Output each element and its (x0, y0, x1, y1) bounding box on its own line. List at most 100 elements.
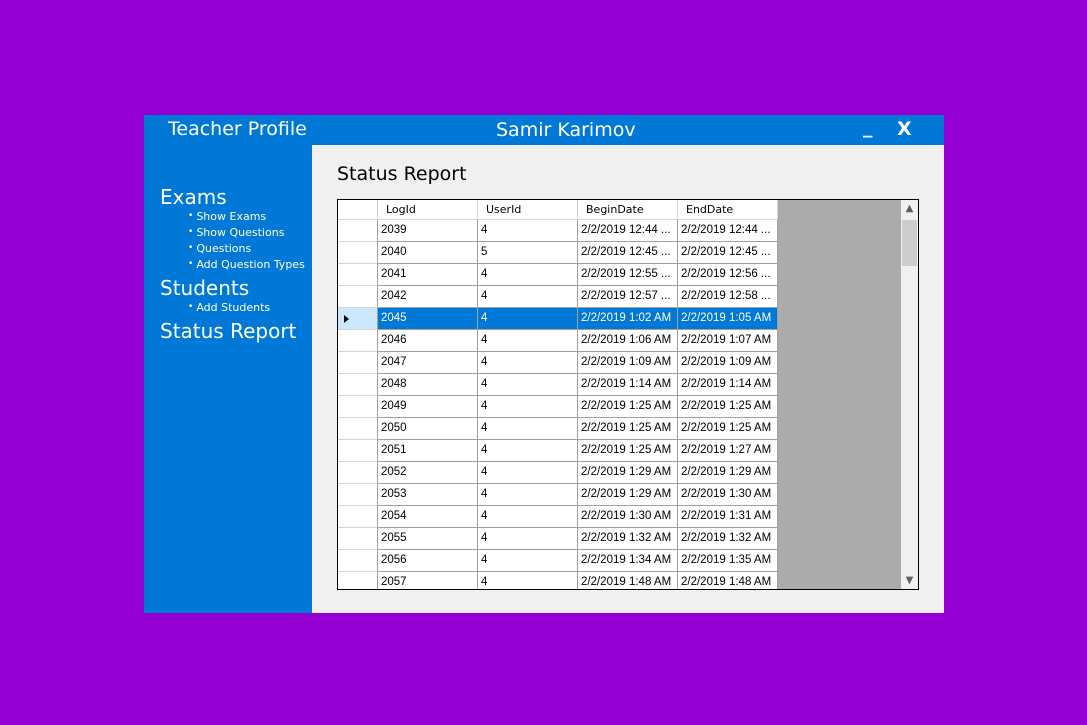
cell-userid[interactable]: 4 (478, 550, 578, 572)
row-header[interactable] (338, 418, 378, 440)
row-header[interactable] (338, 484, 378, 506)
cell-enddate[interactable]: 2/2/2019 12:56 ... (678, 264, 778, 286)
cell-begindate[interactable]: 2/2/2019 1:25 AM (578, 418, 678, 440)
nav-status-report[interactable]: Status Report (160, 319, 296, 343)
cell-enddate[interactable]: 2/2/2019 1:27 AM (678, 440, 778, 462)
row-header[interactable] (338, 550, 378, 572)
nav-show-exams[interactable]: • Show Exams (188, 210, 266, 223)
table-row[interactable]: 2047 4 2/2/2019 1:09 AM 2/2/2019 1:09 AM (338, 352, 778, 374)
cell-logid[interactable]: 2048 (378, 374, 478, 396)
minimize-button[interactable]: _ (863, 115, 873, 139)
cell-userid[interactable]: 4 (478, 396, 578, 418)
row-header[interactable] (338, 264, 378, 286)
cell-enddate[interactable]: 2/2/2019 1:25 AM (678, 396, 778, 418)
cell-logid[interactable]: 2046 (378, 330, 478, 352)
cell-userid[interactable]: 4 (478, 528, 578, 550)
cell-userid[interactable]: 4 (478, 484, 578, 506)
row-header[interactable] (338, 352, 378, 374)
nav-students[interactable]: Students (160, 276, 249, 300)
cell-logid[interactable]: 2055 (378, 528, 478, 550)
cell-logid[interactable]: 2056 (378, 550, 478, 572)
cell-enddate[interactable]: 2/2/2019 1:07 AM (678, 330, 778, 352)
cell-userid[interactable]: 4 (478, 264, 578, 286)
cell-userid[interactable]: 4 (478, 462, 578, 484)
table-row[interactable]: 2045 4 2/2/2019 1:02 AM 2/2/2019 1:05 AM (338, 308, 778, 330)
cell-logid[interactable]: 2049 (378, 396, 478, 418)
cell-begindate[interactable]: 2/2/2019 1:25 AM (578, 396, 678, 418)
cell-userid[interactable]: 4 (478, 352, 578, 374)
row-header[interactable] (338, 308, 378, 330)
cell-enddate[interactable]: 2/2/2019 1:05 AM (678, 308, 778, 330)
cell-enddate[interactable]: 2/2/2019 1:30 AM (678, 484, 778, 506)
row-header[interactable] (338, 440, 378, 462)
close-button[interactable]: X (897, 117, 912, 141)
table-row[interactable]: 2039 4 2/2/2019 12:44 ... 2/2/2019 12:44 ..… (338, 220, 778, 242)
table-row[interactable]: 2054 4 2/2/2019 1:30 AM 2/2/2019 1:31 AM (338, 506, 778, 528)
cell-userid[interactable]: 4 (478, 308, 578, 330)
cell-logid[interactable]: 2057 (378, 572, 478, 589)
cell-begindate[interactable]: 2/2/2019 1:34 AM (578, 550, 678, 572)
cell-enddate[interactable]: 2/2/2019 1:25 AM (678, 418, 778, 440)
cell-userid[interactable]: 4 (478, 374, 578, 396)
table-row[interactable]: 2048 4 2/2/2019 1:14 AM 2/2/2019 1:14 AM (338, 374, 778, 396)
table-row[interactable]: 2055 4 2/2/2019 1:32 AM 2/2/2019 1:32 AM (338, 528, 778, 550)
table-row[interactable]: 2050 4 2/2/2019 1:25 AM 2/2/2019 1:25 AM (338, 418, 778, 440)
cell-begindate[interactable]: 2/2/2019 1:14 AM (578, 374, 678, 396)
cell-enddate[interactable]: 2/2/2019 12:44 ... (678, 220, 778, 242)
cell-userid[interactable]: 4 (478, 330, 578, 352)
cell-logid[interactable]: 2047 (378, 352, 478, 374)
cell-begindate[interactable]: 2/2/2019 12:44 ... (578, 220, 678, 242)
table-row[interactable]: 2042 4 2/2/2019 12:57 ... 2/2/2019 12:58 ..… (338, 286, 778, 308)
cell-begindate[interactable]: 2/2/2019 12:57 ... (578, 286, 678, 308)
column-header-begindate[interactable]: BeginDate (578, 200, 678, 220)
cell-logid[interactable]: 2050 (378, 418, 478, 440)
cell-logid[interactable]: 2052 (378, 462, 478, 484)
row-header[interactable] (338, 572, 378, 589)
column-header-logid[interactable]: LogId (378, 200, 478, 220)
scroll-thumb[interactable] (902, 220, 917, 266)
cell-enddate[interactable]: 2/2/2019 1:32 AM (678, 528, 778, 550)
row-header[interactable] (338, 506, 378, 528)
cell-userid[interactable]: 4 (478, 572, 578, 589)
vertical-scrollbar[interactable]: ▲ ▼ (901, 200, 918, 589)
row-header[interactable] (338, 528, 378, 550)
cell-enddate[interactable]: 2/2/2019 12:45 ... (678, 242, 778, 264)
cell-logid[interactable]: 2045 (378, 308, 478, 330)
cell-userid[interactable]: 5 (478, 242, 578, 264)
scroll-up-icon[interactable]: ▲ (901, 200, 918, 217)
cell-begindate[interactable]: 2/2/2019 1:32 AM (578, 528, 678, 550)
cell-logid[interactable]: 2051 (378, 440, 478, 462)
cell-enddate[interactable]: 2/2/2019 1:48 AM (678, 572, 778, 589)
column-header-enddate[interactable]: EndDate (678, 200, 778, 220)
cell-userid[interactable]: 4 (478, 418, 578, 440)
table-row[interactable]: 2053 4 2/2/2019 1:29 AM 2/2/2019 1:30 AM (338, 484, 778, 506)
table-row[interactable]: 2051 4 2/2/2019 1:25 AM 2/2/2019 1:27 AM (338, 440, 778, 462)
cell-enddate[interactable]: 2/2/2019 12:58 ... (678, 286, 778, 308)
nav-show-questions[interactable]: • Show Questions (188, 226, 284, 239)
cell-begindate[interactable]: 2/2/2019 1:29 AM (578, 484, 678, 506)
row-header[interactable] (338, 396, 378, 418)
cell-logid[interactable]: 2039 (378, 220, 478, 242)
column-header-userid[interactable]: UserId (478, 200, 578, 220)
cell-userid[interactable]: 4 (478, 440, 578, 462)
cell-begindate[interactable]: 2/2/2019 1:02 AM (578, 308, 678, 330)
table-row[interactable]: 2041 4 2/2/2019 12:55 ... 2/2/2019 12:56 ..… (338, 264, 778, 286)
cell-begindate[interactable]: 2/2/2019 1:06 AM (578, 330, 678, 352)
cell-begindate[interactable]: 2/2/2019 12:45 ... (578, 242, 678, 264)
cell-userid[interactable]: 4 (478, 506, 578, 528)
nav-exams[interactable]: Exams (160, 185, 227, 209)
cell-begindate[interactable]: 2/2/2019 1:09 AM (578, 352, 678, 374)
status-report-grid[interactable]: LogId UserId BeginDate EndDate 2039 4 2/2/… (337, 199, 919, 590)
scroll-down-icon[interactable]: ▼ (901, 572, 918, 589)
cell-logid[interactable]: 2042 (378, 286, 478, 308)
cell-enddate[interactable]: 2/2/2019 1:09 AM (678, 352, 778, 374)
cell-logid[interactable]: 2054 (378, 506, 478, 528)
cell-begindate[interactable]: 2/2/2019 1:29 AM (578, 462, 678, 484)
cell-logid[interactable]: 2053 (378, 484, 478, 506)
cell-userid[interactable]: 4 (478, 286, 578, 308)
row-header[interactable] (338, 286, 378, 308)
nav-add-students[interactable]: • Add Students (188, 301, 270, 314)
row-header[interactable] (338, 242, 378, 264)
table-row[interactable]: 2056 4 2/2/2019 1:34 AM 2/2/2019 1:35 AM (338, 550, 778, 572)
table-row[interactable]: 2040 5 2/2/2019 12:45 ... 2/2/2019 12:45 ..… (338, 242, 778, 264)
